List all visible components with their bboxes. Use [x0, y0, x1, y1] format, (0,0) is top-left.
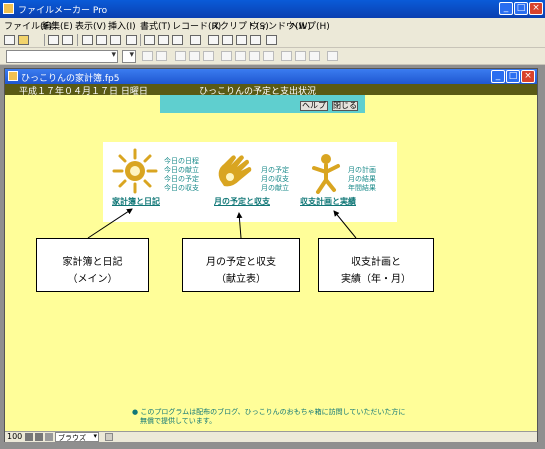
zoom-in-icon[interactable] [35, 433, 43, 441]
footer-note: ● このプログラムは配布のブログ、ひっこりんのおもちゃ箱に訪問していただいた方に… [132, 408, 432, 426]
callout-line1: 月の予定と収支 [206, 257, 276, 268]
chevron-down-icon: ▾ [93, 432, 97, 440]
callout-line2: 実績（年・月） [341, 274, 411, 285]
callout-arrows [87, 208, 357, 239]
zoom-out-icon[interactable] [25, 433, 33, 441]
callout-line1: 家計簿と日記 [62, 257, 123, 268]
zoom-level[interactable]: 100 [7, 432, 22, 441]
arrow-monthly [236, 212, 243, 239]
footer-line2: 無償で提供しています。 [140, 417, 217, 425]
callout-monthly: 月の予定と収支 （献立表） [182, 238, 300, 292]
mode-select[interactable]: ブラウズ ▾ [55, 432, 99, 442]
callout-line2: （メイン） [67, 274, 118, 285]
arrow-plan [333, 210, 357, 239]
status-area-icon[interactable] [45, 433, 53, 441]
mode-label: ブラウズ [58, 434, 86, 442]
arrow-diary [87, 208, 133, 239]
status-bar: 100 ブラウズ ▾ [5, 431, 537, 442]
callout-plan: 収支計画と 実績（年・月） [318, 238, 434, 292]
callout-line2: （献立表） [216, 274, 266, 285]
callout-line1: 収支計画と [351, 257, 401, 268]
footer-line1: ● このプログラムは配布のブログ、ひっこりんのおもちゃ箱に訪問していただいた方に [132, 408, 406, 416]
scroll-left-button[interactable] [105, 433, 113, 441]
callout-diary: 家計簿と日記 （メイン） [36, 238, 149, 292]
